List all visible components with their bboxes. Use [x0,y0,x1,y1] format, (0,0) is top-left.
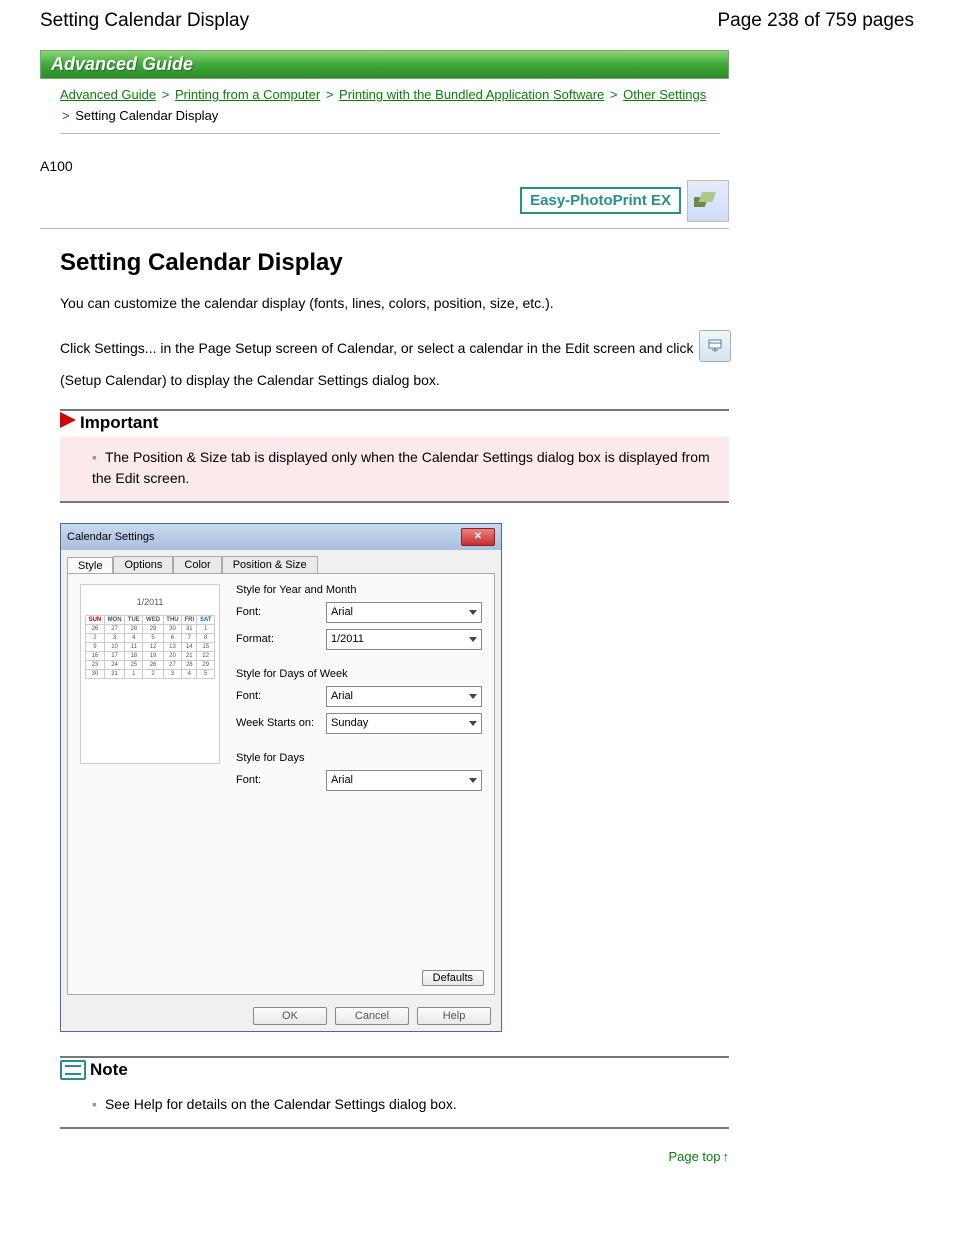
cancel-button[interactable]: Cancel [335,1007,409,1025]
doc-code: A100 [40,158,914,174]
help-button[interactable]: Help [417,1007,491,1025]
important-body: The Position & Size tab is displayed onl… [92,449,710,486]
ok-button[interactable]: OK [253,1007,327,1025]
paragraph: Click Settings... in the Page Setup scre… [60,330,914,393]
heading: Setting Calendar Display [60,249,914,277]
guide-banner: Advanced Guide [40,50,729,79]
format-label: Format: [236,633,326,645]
important-callout: Important The Position & Size tab is dis… [60,409,729,503]
paragraph: You can customize the calendar display (… [60,293,914,314]
chevron-down-icon [469,637,477,642]
tab-style[interactable]: Style [67,557,113,574]
note-icon [60,1060,86,1080]
defaults-button[interactable]: Defaults [422,970,484,986]
app-badge: Easy-PhotoPrint EX [520,187,681,214]
tab-position-size[interactable]: Position & Size [222,556,318,573]
app-badge-icon [687,180,729,222]
close-button[interactable]: ✕ [461,528,495,546]
format-select[interactable]: 1/2011 [326,629,482,650]
font-select-dow[interactable]: Arial [326,686,482,707]
chevron-down-icon [469,610,477,615]
font-select-days[interactable]: Arial [326,770,482,791]
font-label: Font: [236,774,326,786]
note-title: Note [90,1060,128,1080]
page-title: Setting Calendar Display [40,10,249,32]
breadcrumb-current: Setting Calendar Display [75,108,218,123]
breadcrumb: Advanced Guide > Printing from a Compute… [60,85,720,134]
breadcrumb-link[interactable]: Other Settings [623,87,706,102]
tab-color[interactable]: Color [173,556,221,573]
note-callout: Note See Help for details on the Calenda… [60,1056,729,1129]
group-year-month: Style for Year and Month [236,584,482,596]
breadcrumb-link[interactable]: Printing with the Bundled Application So… [339,87,604,102]
group-days-of-week: Style for Days of Week [236,668,482,680]
font-select-ym[interactable]: Arial [326,602,482,623]
breadcrumb-link[interactable]: Printing from a Computer [175,87,320,102]
chevron-down-icon [469,694,477,699]
page-number: Page 238 of 759 pages [717,10,914,32]
setup-calendar-icon [699,330,731,362]
chevron-down-icon [469,778,477,783]
font-label: Font: [236,606,326,618]
font-label: Font: [236,690,326,702]
note-body: See Help for details on the Calendar Set… [92,1096,457,1112]
group-days: Style for Days [236,752,482,764]
chevron-down-icon [469,721,477,726]
dialog-title: Calendar Settings [67,531,154,543]
flag-icon [60,412,76,428]
important-title: Important [80,413,158,433]
calendar-preview: 1/2011 SUNMONTUEWEDTHUFRISAT262728293031… [80,584,220,764]
week-starts-select[interactable]: Sunday [326,713,482,734]
calendar-settings-dialog: Calendar Settings ✕ Style Options Color … [60,523,502,1032]
breadcrumb-link[interactable]: Advanced Guide [60,87,156,102]
week-starts-label: Week Starts on: [236,717,326,729]
page-top-link[interactable]: Page top [668,1149,729,1164]
tab-options[interactable]: Options [113,556,173,573]
